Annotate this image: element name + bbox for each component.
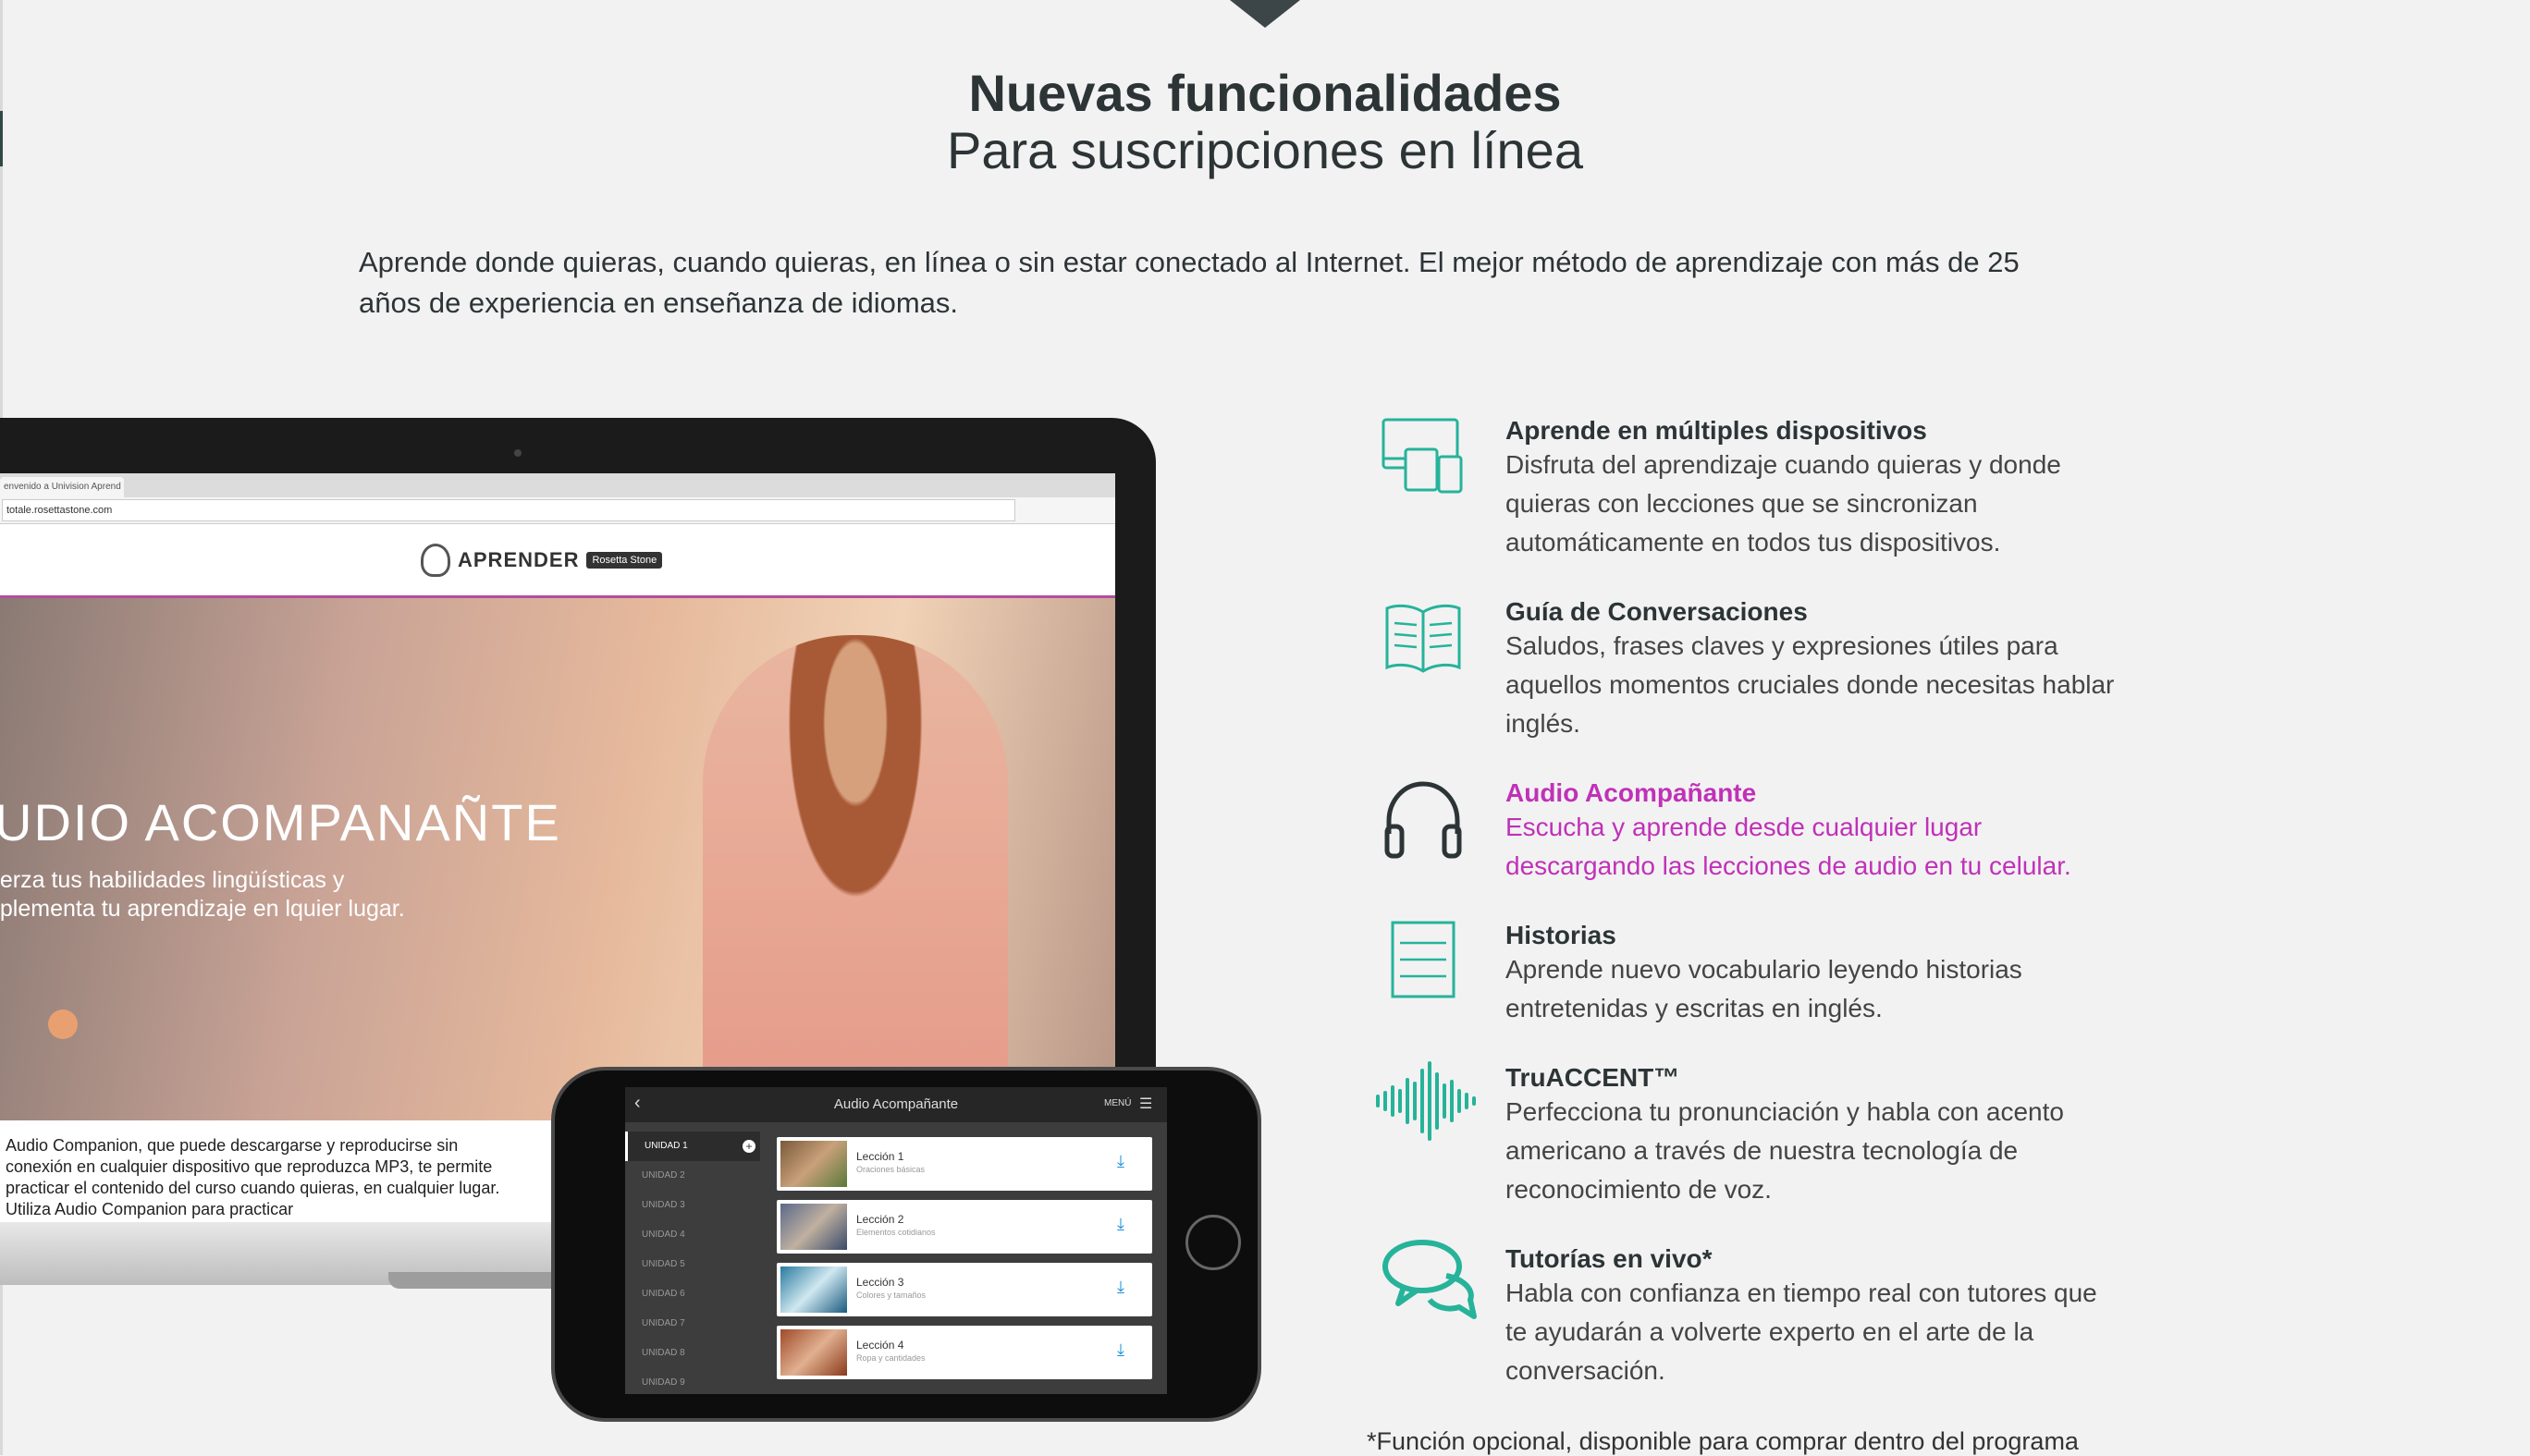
chat-bubbles-icon bbox=[1382, 1240, 1477, 1319]
lesson-subtitle: Oraciones básicas bbox=[856, 1165, 926, 1174]
download-icon[interactable]: ⤓ bbox=[1117, 1278, 1124, 1297]
document-icon bbox=[1391, 921, 1455, 998]
unit-item[interactable]: UNIDAD 8 bbox=[625, 1339, 760, 1368]
site-header: APRENDER Rosetta Stone bbox=[0, 525, 1115, 598]
unit-label: UNIDAD 8 bbox=[642, 1348, 685, 1358]
browser-tabbar: envenido a Univision Aprend bbox=[0, 473, 1115, 497]
lesson-thumbnail bbox=[780, 1266, 847, 1313]
expand-plus-icon[interactable]: + bbox=[743, 1140, 755, 1153]
feature-title: Guía de Conversaciones bbox=[1505, 597, 1808, 626]
lesson-subtitle: Colores y tamaños bbox=[856, 1291, 927, 1300]
unit-item[interactable]: UNIDAD 6 bbox=[625, 1279, 760, 1309]
section-arrow bbox=[1230, 0, 1300, 28]
browser-url-field[interactable]: totale.rosettastone.com bbox=[2, 499, 1015, 521]
page-subtitle: Para suscripciones en línea bbox=[947, 121, 1583, 179]
feature-title: TruACCENT™ bbox=[1505, 1063, 1680, 1092]
feature-title: Tutorías en vivo* bbox=[1505, 1244, 1713, 1273]
browser-urlbar: totale.rosettastone.com bbox=[0, 497, 1115, 524]
download-icon[interactable]: ⤓ bbox=[1117, 1152, 1124, 1171]
phone-screen: ‹ Audio Acompañante MENÚ ☰ UNIDAD 1 + UNI… bbox=[625, 1087, 1167, 1394]
unit-item[interactable]: UNIDAD 9 bbox=[625, 1368, 760, 1394]
feature-title: Audio Acompañante bbox=[1505, 778, 1757, 807]
rosetta-stone-badge: Rosetta Stone bbox=[586, 552, 663, 569]
phone-home-button bbox=[1185, 1215, 1241, 1270]
book-icon bbox=[1385, 604, 1461, 673]
unit-label: UNIDAD 2 bbox=[642, 1170, 685, 1181]
unit-item[interactable]: UNIDAD 7 bbox=[625, 1309, 760, 1339]
hero-photo-woman bbox=[703, 635, 1008, 1120]
hero-title: UDIO ACOMPANAÑTE bbox=[0, 793, 561, 851]
lesson-card[interactable]: Lección 1 Oraciones básicas ⤓ bbox=[777, 1137, 1152, 1191]
devices-icon bbox=[1382, 418, 1463, 494]
unit-label: UNIDAD 5 bbox=[642, 1259, 685, 1269]
unit-label: UNIDAD 4 bbox=[642, 1230, 685, 1240]
lesson-name: Lección 3 bbox=[856, 1276, 904, 1289]
browser-tab[interactable]: envenido a Univision Aprend bbox=[0, 477, 124, 497]
unit-label: UNIDAD 7 bbox=[642, 1318, 685, 1328]
logo-mark-icon bbox=[421, 544, 450, 577]
unit-item[interactable]: UNIDAD 4 bbox=[625, 1220, 760, 1250]
phone-topbar: ‹ Audio Acompañante MENÚ ☰ bbox=[625, 1087, 1167, 1122]
phone-screen-title: Audio Acompañante bbox=[833, 1096, 959, 1112]
lesson-card[interactable]: Lección 2 Elementos cotidianos ⤓ bbox=[777, 1200, 1152, 1254]
hero-banner: UDIO ACOMPANAÑTE uerza tus habilidades l… bbox=[0, 598, 1115, 1120]
intro-text: Aprende donde quieras, cuando quieras, e… bbox=[359, 246, 2020, 319]
feature-title: Historias bbox=[1505, 921, 1616, 949]
headphones-icon bbox=[1384, 781, 1462, 859]
lesson-card[interactable]: Lección 4 Ropa y cantidades ⤓ bbox=[777, 1326, 1152, 1379]
feature-description: Aprende nuevo vocabulario leyendo histor… bbox=[1505, 955, 2022, 1022]
lesson-thumbnail bbox=[780, 1329, 847, 1376]
feature-description: Habla con confianza en tiempo real con t… bbox=[1505, 1279, 2097, 1385]
lesson-subtitle: Ropa y cantidades bbox=[856, 1353, 926, 1363]
lesson-card[interactable]: Lección 3 Colores y tamaños ⤓ bbox=[777, 1263, 1152, 1316]
download-icon[interactable]: ⤓ bbox=[1117, 1215, 1124, 1234]
univision-aprender-logo[interactable]: APRENDER Rosetta Stone bbox=[421, 542, 663, 579]
unit-item[interactable]: UNIDAD 1 + bbox=[625, 1132, 760, 1161]
lesson-name: Lección 4 bbox=[856, 1339, 904, 1352]
menu-label[interactable]: MENÚ bbox=[1104, 1098, 1131, 1108]
lesson-name: Lección 2 bbox=[856, 1213, 904, 1226]
hero-text: uerza tus habilidades lingüísticas y npl… bbox=[0, 867, 405, 922]
unit-label: UNIDAD 9 bbox=[642, 1377, 685, 1388]
unit-label: UNIDAD 1 bbox=[645, 1141, 688, 1151]
footnote: *Función opcional, disponible para compr… bbox=[1367, 1427, 2079, 1455]
unit-item[interactable]: UNIDAD 5 bbox=[625, 1250, 760, 1279]
feature-description: Escucha y aprende desde cualquier lugar … bbox=[1505, 813, 2071, 880]
laptop-camera bbox=[514, 449, 522, 457]
page-title: Nuevas funcionalidades bbox=[968, 64, 1562, 122]
waveform-icon bbox=[1376, 1061, 1476, 1141]
audio-companion-description: Audio Companion, que puede descargarse y… bbox=[6, 1136, 500, 1218]
lesson-thumbnail bbox=[780, 1141, 847, 1187]
feature-description: Perfecciona tu pronunciación y habla con… bbox=[1505, 1097, 2064, 1204]
unit-label: UNIDAD 3 bbox=[642, 1200, 685, 1210]
feature-description: Disfruta del aprendizaje cuando quieras … bbox=[1505, 450, 2061, 557]
unit-label: UNIDAD 6 bbox=[642, 1289, 685, 1299]
lesson-subtitle: Elementos cotidianos bbox=[856, 1228, 936, 1237]
hero-bokeh-light bbox=[48, 1009, 78, 1039]
unit-item[interactable]: UNIDAD 2 bbox=[625, 1161, 760, 1191]
lesson-thumbnail bbox=[780, 1204, 847, 1250]
feature-description: Saludos, frases claves y expresiones úti… bbox=[1505, 631, 2115, 738]
download-icon[interactable]: ⤓ bbox=[1117, 1340, 1124, 1360]
logo-text: APRENDER bbox=[458, 548, 580, 571]
feature-title: Aprende en múltiples dispositivos bbox=[1505, 416, 1927, 445]
lesson-name: Lección 1 bbox=[856, 1150, 904, 1163]
hamburger-icon[interactable]: ☰ bbox=[1139, 1095, 1152, 1113]
unit-item[interactable]: UNIDAD 3 bbox=[625, 1191, 760, 1220]
